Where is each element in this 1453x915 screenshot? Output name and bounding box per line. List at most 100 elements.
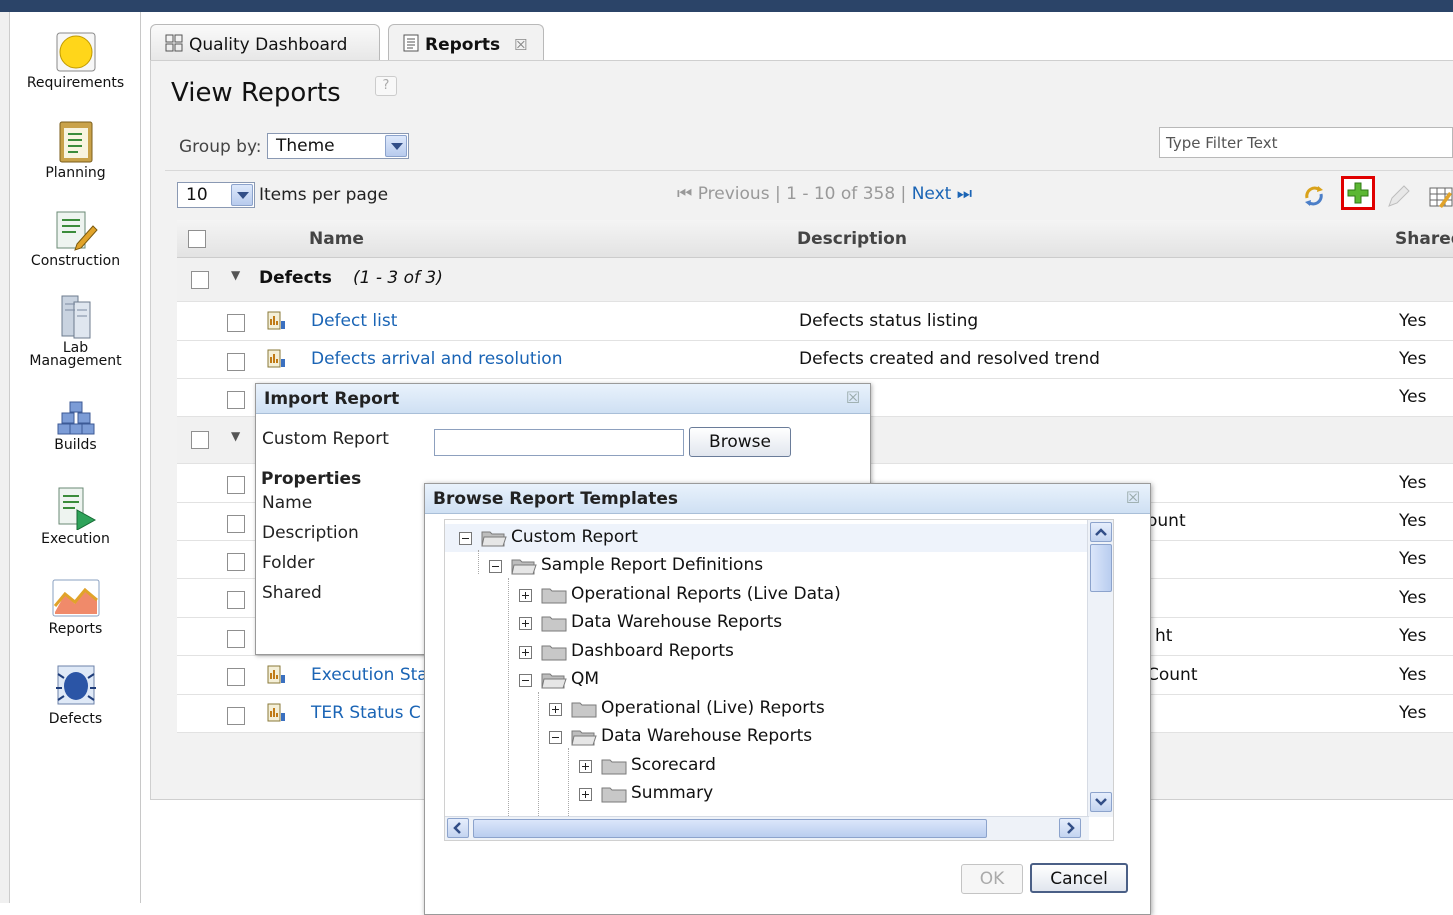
last-page-icon[interactable]: ⏭	[957, 184, 972, 204]
template-tree: Custom Report Sample Report Definitions …	[444, 519, 1114, 841]
row-checkbox[interactable]	[227, 707, 245, 725]
row-checkbox[interactable]	[227, 515, 245, 533]
collapse-toggle-icon[interactable]	[519, 674, 532, 687]
custom-report-label: Custom Report	[262, 429, 389, 449]
group-by-select[interactable]: Theme	[267, 133, 409, 159]
defects-icon	[55, 665, 96, 705]
table-header: Name Description Shared	[177, 220, 1453, 258]
tree-node-label: Summary	[631, 783, 714, 803]
select-all-checkbox[interactable]	[188, 230, 206, 248]
horizontal-scrollbar[interactable]	[445, 816, 1089, 840]
report-icon	[267, 703, 285, 722]
nav-reports[interactable]: Reports	[10, 578, 141, 637]
group-row-defects[interactable]: ▼ Defects (1 - 3 of 3)	[177, 258, 1453, 302]
nav-execution[interactable]: Execution	[10, 484, 141, 547]
row-checkbox[interactable]	[227, 353, 245, 371]
cancel-button[interactable]: Cancel	[1030, 863, 1128, 893]
scroll-left-icon[interactable]	[447, 818, 469, 838]
collapse-toggle-icon[interactable]	[549, 731, 562, 744]
report-description: ht	[1155, 626, 1173, 646]
report-shared: Yes	[1399, 549, 1427, 569]
nav-label-execution: Execution	[41, 531, 110, 547]
report-shared: Yes	[1399, 349, 1427, 369]
table-row[interactable]: Defects arrival and resolution Defects c…	[177, 341, 1453, 379]
scroll-down-icon[interactable]	[1090, 792, 1112, 812]
folder-icon	[601, 759, 627, 775]
row-checkbox[interactable]	[227, 391, 245, 409]
dialog-title: Browse Report Templates	[425, 484, 1150, 514]
nav-label-lab-management: Lab Management	[29, 340, 122, 369]
help-icon[interactable]: ?	[375, 76, 397, 96]
close-icon[interactable]: ☒	[1124, 490, 1142, 508]
report-name-link[interactable]: Defects arrival and resolution	[311, 349, 562, 369]
reports-icon	[52, 579, 99, 617]
ok-button[interactable]: OK	[961, 864, 1023, 894]
collapse-icon[interactable]: ▼	[231, 268, 240, 282]
report-name-link[interactable]: Execution Sta	[311, 665, 428, 685]
browse-button[interactable]: Browse	[689, 427, 791, 457]
row-checkbox[interactable]	[227, 314, 245, 332]
row-checkbox[interactable]	[227, 668, 245, 686]
group-checkbox[interactable]	[191, 271, 209, 289]
folder-icon	[571, 702, 597, 718]
group-checkbox[interactable]	[191, 431, 209, 449]
tab-reports[interactable]: Reports ☒	[388, 24, 544, 64]
first-page-icon: ⏮	[677, 184, 693, 204]
nav-defects[interactable]: Defects	[10, 664, 141, 727]
tree-node-label: Custom Report	[511, 527, 638, 547]
items-per-page-select[interactable]: 10	[177, 182, 255, 208]
row-checkbox[interactable]	[227, 553, 245, 571]
chevron-down-icon[interactable]	[231, 184, 253, 206]
row-checkbox[interactable]	[227, 476, 245, 494]
report-name-link[interactable]: TER Status C	[311, 703, 421, 723]
nav-planning[interactable]: Planning	[10, 118, 141, 181]
tab-quality-dashboard[interactable]: Quality Dashboard	[150, 24, 380, 62]
vertical-scrollbar[interactable]	[1087, 520, 1113, 817]
expand-toggle-icon[interactable]	[519, 617, 532, 630]
expand-toggle-icon[interactable]	[579, 788, 592, 801]
nav-construction[interactable]: Construction	[10, 208, 141, 269]
nav-label-construction: Construction	[30, 253, 121, 269]
collapse-toggle-icon[interactable]	[489, 560, 502, 573]
close-tab-icon[interactable]: ☒	[514, 36, 527, 54]
add-report-button[interactable]	[1341, 176, 1375, 210]
next-link[interactable]: Next	[912, 184, 952, 204]
report-name-link[interactable]: Defect list	[311, 311, 397, 331]
table-settings-icon[interactable]	[1429, 186, 1453, 208]
horizontal-scroll-thumb[interactable]	[473, 819, 987, 838]
nav-lab-management[interactable]: Lab Management	[10, 294, 141, 368]
expand-toggle-icon[interactable]	[519, 589, 532, 602]
folder-icon	[541, 588, 567, 604]
group-name: Defects	[259, 268, 332, 288]
nav-builds[interactable]: Builds	[10, 400, 141, 453]
column-header-shared[interactable]: Shared	[1395, 229, 1453, 249]
column-header-description[interactable]: Description	[797, 229, 907, 249]
collapse-toggle-icon[interactable]	[459, 532, 472, 545]
row-checkbox[interactable]	[227, 630, 245, 648]
report-icon	[267, 311, 285, 330]
collapse-icon[interactable]: ▼	[231, 429, 240, 443]
filter-input[interactable]: Type Filter Text	[1159, 127, 1453, 158]
tree-node-label: Dashboard Reports	[571, 641, 734, 661]
custom-report-input[interactable]	[434, 429, 684, 456]
vertical-scroll-thumb[interactable]	[1090, 544, 1112, 592]
edit-icon[interactable]	[1385, 184, 1411, 208]
refresh-icon[interactable]	[1301, 184, 1327, 208]
items-per-page-label: Items per page	[259, 185, 389, 205]
nav-requirements[interactable]: Requirements	[10, 30, 141, 91]
scroll-up-icon[interactable]	[1090, 522, 1112, 542]
report-shared: Yes	[1399, 665, 1427, 685]
expand-toggle-icon[interactable]	[519, 646, 532, 659]
folder-icon	[541, 645, 567, 661]
tree-node-label: Data Warehouse Reports	[571, 612, 783, 632]
table-row[interactable]: Defect list Defects status listing Yes	[177, 302, 1453, 341]
close-icon[interactable]: ☒	[844, 390, 862, 408]
expand-toggle-icon[interactable]	[579, 760, 592, 773]
report-shared: Yes	[1399, 703, 1427, 723]
chevron-down-icon[interactable]	[385, 135, 407, 157]
expand-toggle-icon[interactable]	[549, 703, 562, 716]
tree-node-label: QM	[571, 669, 600, 689]
scroll-right-icon[interactable]	[1059, 818, 1081, 838]
column-header-name[interactable]: Name	[309, 229, 364, 249]
row-checkbox[interactable]	[227, 591, 245, 609]
